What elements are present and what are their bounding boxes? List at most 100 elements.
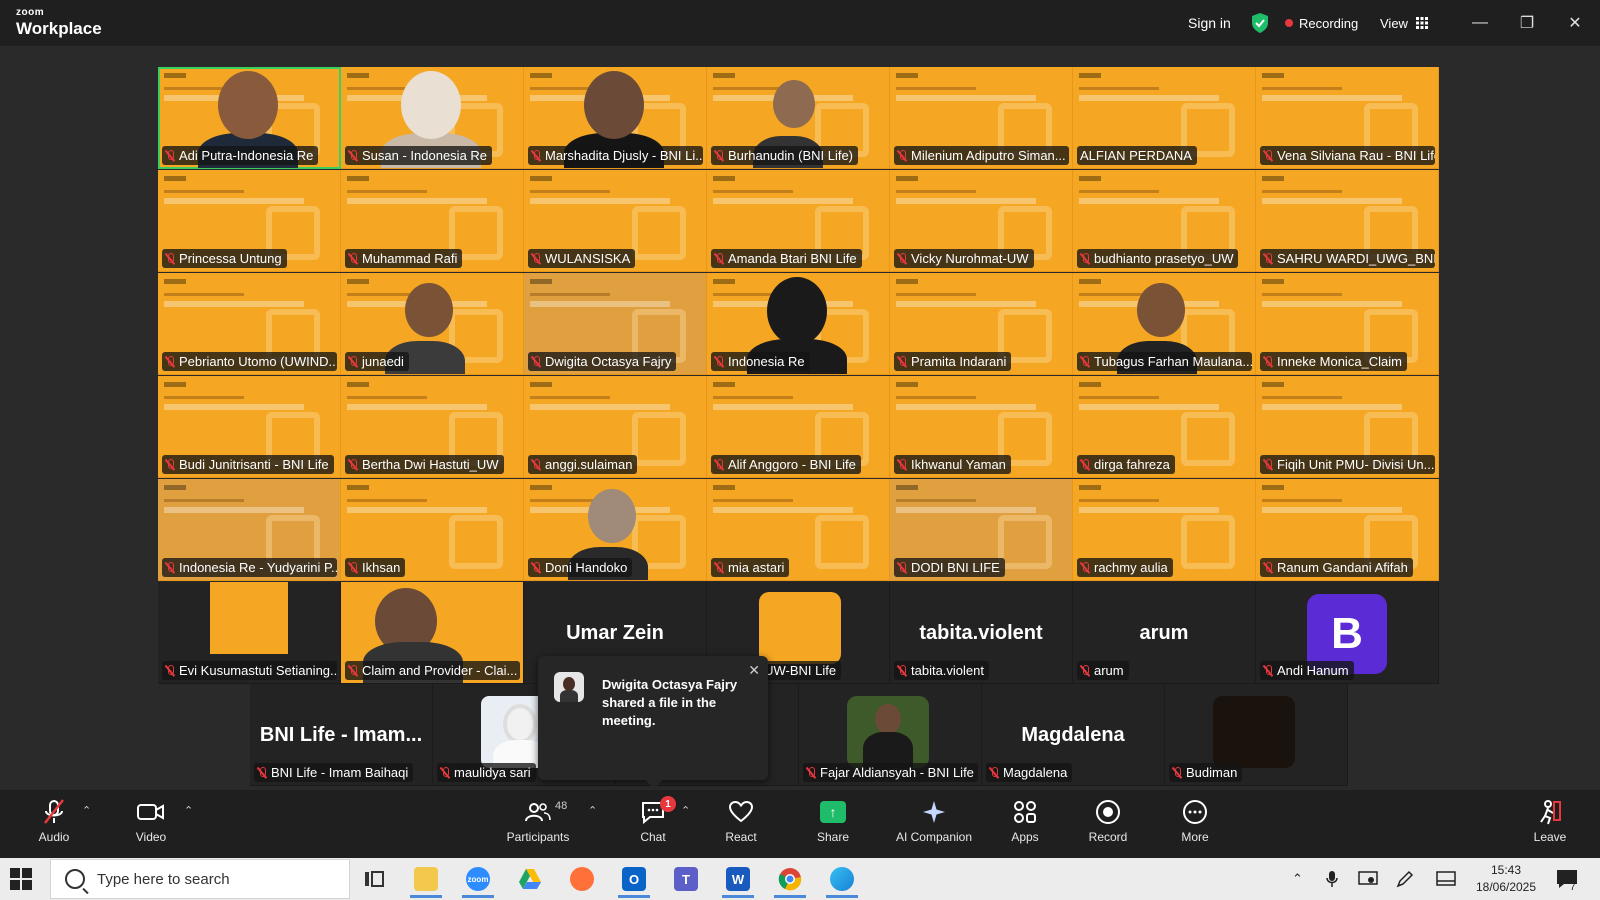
participant-tile[interactable]: Magdalena Magdalena <box>982 684 1165 786</box>
participant-tile[interactable]: Pebrianto Utomo (UWIND... <box>158 273 341 375</box>
notifications-icon[interactable]: 7 <box>1556 858 1577 900</box>
participant-tile[interactable]: Ikhsan <box>341 479 524 581</box>
participant-name-tag: junaedi <box>345 352 409 371</box>
participant-tile[interactable]: Dwigita Octasya Fajry <box>524 273 707 375</box>
outlook-icon[interactable]: O <box>612 862 656 898</box>
participant-name-tag: anggi.sulaiman <box>528 455 638 474</box>
participant-tile[interactable]: DODI BNI LIFE <box>890 479 1073 581</box>
participant-tile[interactable]: Ranum Gandani Afifah <box>1256 479 1439 581</box>
chrome-icon[interactable] <box>768 862 812 898</box>
participant-tile[interactable]: Burhanudin (BNI Life) <box>707 67 890 169</box>
participant-tile[interactable]: Amanda Btari BNI Life <box>707 170 890 272</box>
participant-tile[interactable]: Princessa Untung <box>158 170 341 272</box>
view-button[interactable]: View <box>1380 0 1428 46</box>
record-button[interactable]: Record <box>1063 796 1153 844</box>
clock-date: 18/06/2025 <box>1475 880 1537 894</box>
participant-video-thumbnail <box>759 592 841 664</box>
file-share-notification[interactable]: Dwigita Octasya Fajry shared a file in t… <box>538 656 768 789</box>
tray-screen-icon[interactable] <box>1358 858 1378 900</box>
tray-mic-icon[interactable] <box>1326 858 1338 900</box>
restore-icon[interactable]: ❐ <box>1512 8 1542 38</box>
participant-tile[interactable]: Muhammad Rafi <box>341 170 524 272</box>
participants-chevron-icon[interactable]: ⌃ <box>588 804 597 817</box>
apps-button[interactable]: Apps <box>980 796 1070 844</box>
more-button[interactable]: More <box>1150 796 1240 844</box>
participant-tile[interactable]: Vicky Nurohmat-UW <box>890 170 1073 272</box>
participant-tile[interactable]: Budi Junitrisanti - BNI Life <box>158 376 341 478</box>
tray-pen-icon[interactable] <box>1396 858 1414 900</box>
participant-name-tag: Budi Junitrisanti - BNI Life <box>162 455 334 474</box>
participant-tile[interactable]: rachmy aulia <box>1073 479 1256 581</box>
participant-name: DODI BNI LIFE <box>911 560 1000 575</box>
participant-name: ALFIAN PERDANA <box>1080 148 1192 163</box>
edge-icon[interactable] <box>820 862 864 898</box>
participant-tile[interactable]: Marshadita Djusly - BNI Li... <box>524 67 707 169</box>
participant-tile[interactable]: mia astari <box>707 479 890 581</box>
participant-tile[interactable]: BNI Life - Imam... BNI Life - Imam Baihaq… <box>250 684 433 786</box>
teams-icon[interactable]: T <box>664 862 708 896</box>
leave-button[interactable]: Leave <box>1505 796 1595 844</box>
video-options-chevron-icon[interactable]: ⌃ <box>184 804 193 817</box>
react-button[interactable]: React <box>696 796 786 844</box>
participant-tile[interactable]: arum arum <box>1073 582 1256 684</box>
video-label: Video <box>135 830 167 844</box>
participant-tile[interactable]: budhianto prasetyo_UW <box>1073 170 1256 272</box>
google-drive-icon[interactable] <box>508 862 552 896</box>
participant-tile[interactable]: Claim and Provider - Clai... <box>341 582 524 684</box>
participant-tile[interactable]: B Andi Hanum <box>1256 582 1439 684</box>
participant-tile[interactable]: Evi Kusumastuti Setianing... <box>158 582 341 684</box>
participant-tile[interactable]: Indonesia Re <box>707 273 890 375</box>
mic-muted-icon <box>1172 766 1182 779</box>
participant-tile[interactable]: Fajar Aldiansyah - BNI Life <box>799 684 982 786</box>
taskbar-search-box[interactable]: Type here to search <box>50 859 350 899</box>
chat-chevron-icon[interactable]: ⌃ <box>681 804 690 817</box>
firefox-icon[interactable] <box>560 862 604 896</box>
participants-button[interactable]: Participants <box>493 796 583 844</box>
participant-tile[interactable]: Inneke Monica_Claim <box>1256 273 1439 375</box>
participant-tile[interactable]: junaedi <box>341 273 524 375</box>
participant-tile[interactable]: Tubagus Farhan Maulana... <box>1073 273 1256 375</box>
participant-name-tag: rachmy aulia <box>1077 558 1173 577</box>
recording-indicator[interactable]: Recording <box>1285 0 1358 46</box>
react-label: React <box>725 830 757 844</box>
participant-tile[interactable]: Doni Handoko <box>524 479 707 581</box>
participant-tile[interactable]: Milenium Adiputro Siman... <box>890 67 1073 169</box>
word-icon[interactable]: W <box>716 862 760 898</box>
windows-start-icon[interactable] <box>10 868 32 890</box>
task-view-icon[interactable] <box>352 862 396 896</box>
participant-tile[interactable]: Budiman <box>1165 684 1348 786</box>
video-button[interactable]: Video <box>106 796 196 844</box>
participant-tile[interactable]: Susan - Indonesia Re <box>341 67 524 169</box>
participant-tile[interactable]: Fiqih Unit PMU- Divisi Un... <box>1256 376 1439 478</box>
participant-tile[interactable]: dirga fahreza <box>1073 376 1256 478</box>
audio-options-chevron-icon[interactable]: ⌃ <box>82 804 91 817</box>
participant-tile[interactable]: Indonesia Re - Yudyarini P... <box>158 479 341 581</box>
participant-tile[interactable]: Alif Anggoro - BNI Life <box>707 376 890 478</box>
encryption-shield-icon[interactable] <box>1250 0 1270 46</box>
participant-tile[interactable]: Ikhwanul Yaman <box>890 376 1073 478</box>
sign-in-button[interactable]: Sign in <box>1188 0 1231 46</box>
grid-icon <box>1415 17 1428 29</box>
participant-tile[interactable]: anggi.sulaiman <box>524 376 707 478</box>
minimize-icon[interactable]: — <box>1465 8 1495 38</box>
tray-chevron-icon[interactable]: ⌃ <box>1292 858 1303 900</box>
participant-tile[interactable]: Vena Silviana Rau - BNI Life <box>1256 67 1439 169</box>
participant-tile[interactable]: Pramita Indarani <box>890 273 1073 375</box>
participant-name: Princessa Untung <box>179 251 282 266</box>
close-icon[interactable]: ✕ <box>1560 8 1590 38</box>
taskbar-clock[interactable]: 15:43 18/06/2025 <box>1470 862 1542 896</box>
participant-tile[interactable]: Adi Putra-Indonesia Re <box>158 67 341 169</box>
participant-name-tag: mia astari <box>711 558 790 577</box>
participant-tile[interactable]: Bertha Dwi Hastuti_UW <box>341 376 524 478</box>
ai-companion-button[interactable]: AI Companion <box>874 796 994 844</box>
file-explorer-icon[interactable] <box>404 862 448 898</box>
participant-tile[interactable]: tabita.violent tabita.violent <box>890 582 1073 684</box>
participant-name-tag: Muhammad Rafi <box>345 249 463 268</box>
zoom-app-icon[interactable]: zoom <box>456 862 500 898</box>
tray-display-icon[interactable] <box>1436 858 1456 900</box>
close-icon[interactable]: ✕ <box>748 662 760 679</box>
participant-tile[interactable]: WULANSISKA <box>524 170 707 272</box>
participant-tile[interactable]: SAHRU WARDI_UWG_BNIL <box>1256 170 1439 272</box>
participant-tile[interactable]: ALFIAN PERDANA <box>1073 67 1256 169</box>
share-button[interactable]: ↑ Share <box>788 796 878 844</box>
